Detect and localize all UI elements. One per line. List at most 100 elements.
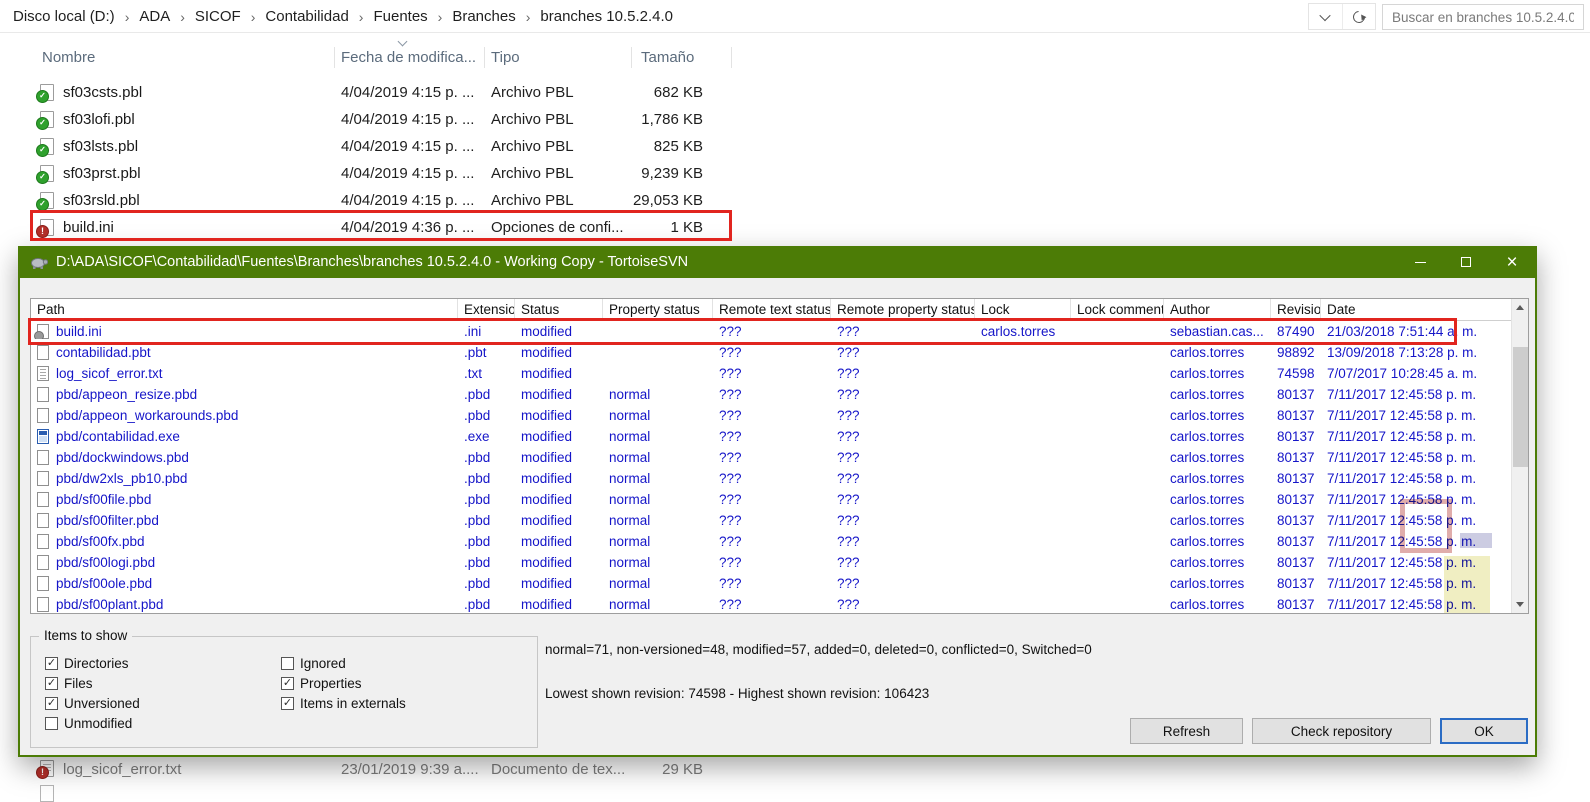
column-header-size[interactable]: Tamaño	[641, 49, 694, 66]
file-row[interactable]: build.ini 4/04/2019 4:36 p. ... Opciones…	[0, 215, 760, 242]
table-row[interactable]: pbd/sf00filter.pbd .pbd modified normal …	[31, 510, 1528, 531]
checkbox-row[interactable]: Properties	[281, 673, 406, 693]
checkbox[interactable]	[281, 677, 294, 690]
checkbox[interactable]	[45, 697, 58, 710]
address-dropdown-button[interactable]	[1309, 4, 1342, 29]
breadcrumb-item[interactable]: Disco local (D:)	[10, 8, 118, 25]
window-controls: ×	[1397, 246, 1535, 278]
file-icon	[37, 429, 49, 444]
checkbox-row[interactable]: Unversioned	[45, 693, 140, 713]
file-size: 29 KB	[600, 761, 703, 778]
cell-date: 7/11/2017 12:45:58 p. m.	[1321, 555, 1513, 570]
cell-author: carlos.torres	[1164, 408, 1271, 423]
cell-path: pbd/appeon_workarounds.pbd	[31, 408, 458, 423]
file-row[interactable]: sf03rsld.pbl 4/04/2019 4:15 p. ... Archi…	[0, 188, 760, 215]
maximize-button[interactable]	[1443, 246, 1489, 278]
checkbox-row[interactable]: Unmodified	[45, 713, 140, 733]
table-row[interactable]: pbd/contabilidad.exe .exe modified norma…	[31, 426, 1528, 447]
column-divider[interactable]	[631, 47, 632, 68]
cell-remote-text-status: ???	[713, 387, 831, 402]
breadcrumb-item[interactable]: branches 10.5.2.4.0	[537, 8, 676, 25]
column-header-extension[interactable]: Extension	[458, 299, 515, 320]
cell-revision: 80137	[1271, 597, 1321, 612]
table-row[interactable]: build.ini .ini modified ??? ??? carlos.t…	[31, 321, 1528, 342]
checkbox-row[interactable]: Files	[45, 673, 140, 693]
checkbox[interactable]	[45, 717, 58, 730]
column-header-date[interactable]: Date	[1321, 299, 1513, 320]
cell-author: carlos.torres	[1164, 576, 1271, 591]
column-header-status[interactable]: Status	[515, 299, 603, 320]
checkbox-row[interactable]: Ignored	[281, 653, 406, 673]
breadcrumb-item[interactable]: ADA	[136, 8, 173, 25]
cell-extension: .exe	[458, 429, 515, 444]
table-row[interactable]: pbd/dockwindows.pbd .pbd modified normal…	[31, 447, 1528, 468]
scrollbar-thumb[interactable]	[1513, 347, 1528, 467]
checkbox-row[interactable]: Items in externals	[281, 693, 406, 713]
column-header-author[interactable]: Author	[1164, 299, 1271, 320]
file-row[interactable]: sf03csts.pbl 4/04/2019 4:15 p. ... Archi…	[0, 80, 760, 107]
checkbox-label: Items in externals	[300, 696, 406, 711]
table-row[interactable]: pbd/sf00ole.pbd .pbd modified normal ???…	[31, 573, 1528, 594]
cell-remote-text-status: ???	[713, 534, 831, 549]
file-name: sf03prst.pbl	[63, 165, 141, 182]
checkbox[interactable]	[45, 657, 58, 670]
column-header-remote-property-status[interactable]: Remote property status	[831, 299, 975, 320]
breadcrumb-item[interactable]: SICOF	[192, 8, 244, 25]
file-row-partial[interactable]: log_sicof_error.txt 23/01/2019 9:39 a...…	[0, 754, 760, 791]
column-header-lock[interactable]: Lock	[975, 299, 1071, 320]
minimize-button[interactable]	[1397, 246, 1443, 278]
groupbox-legend: Items to show	[39, 628, 132, 643]
table-row[interactable]: pbd/dw2xls_pb10.pbd .pbd modified normal…	[31, 468, 1528, 489]
file-row[interactable]: sf03lsts.pbl 4/04/2019 4:15 p. ... Archi…	[0, 134, 760, 161]
column-header-name[interactable]: Nombre	[42, 49, 95, 66]
refresh-button[interactable]	[1342, 4, 1376, 29]
status-table-header: Path Extension Status Property status Re…	[31, 299, 1528, 321]
column-header-type[interactable]: Tipo	[491, 49, 520, 66]
breadcrumb-item[interactable]: Fuentes	[370, 8, 430, 25]
file-row[interactable]: sf03prst.pbl 4/04/2019 4:15 p. ... Archi…	[0, 161, 760, 188]
ok-button[interactable]: OK	[1440, 718, 1528, 744]
column-header-property-status[interactable]: Property status	[603, 299, 713, 320]
checkbox[interactable]	[281, 697, 294, 710]
column-divider[interactable]	[484, 47, 485, 68]
close-button[interactable]: ×	[1489, 246, 1535, 278]
dialog-titlebar[interactable]: D:\ADA\SICOF\Contabilidad\Fuentes\Branch…	[20, 246, 1535, 278]
refresh-button[interactable]: Refresh	[1130, 718, 1243, 744]
column-header-path[interactable]: Path	[31, 299, 458, 320]
scroll-down-button[interactable]	[1512, 596, 1528, 613]
items-to-show-groupbox: Items to show Directories Files	[30, 636, 538, 748]
table-row[interactable]: pbd/sf00plant.pbd .pbd modified normal ?…	[31, 594, 1528, 614]
breadcrumb-separator-icon: ›	[118, 9, 137, 25]
column-divider[interactable]	[731, 47, 732, 68]
table-row[interactable]: log_sicof_error.txt .txt modified ??? ??…	[31, 363, 1528, 384]
checkbox-row[interactable]: Directories	[45, 653, 140, 673]
checkbox[interactable]	[281, 657, 294, 670]
breadcrumb: Disco local (D:) › ADA › SICOF › Contabi…	[10, 0, 676, 33]
cell-remote-property-status: ???	[831, 534, 975, 549]
breadcrumb-item[interactable]: Contabilidad	[262, 8, 351, 25]
vertical-scrollbar[interactable]	[1511, 299, 1528, 613]
checkbox[interactable]	[45, 677, 58, 690]
column-header-lock-comment[interactable]: Lock comment	[1071, 299, 1164, 320]
table-row[interactable]: pbd/sf00logi.pbd .pbd modified normal ??…	[31, 552, 1528, 573]
chevron-down-icon	[1320, 9, 1331, 20]
cell-revision: 87490	[1271, 324, 1321, 339]
file-row[interactable]: sf03lofi.pbl 4/04/2019 4:15 p. ... Archi…	[0, 107, 760, 134]
column-header-remote-text-status[interactable]: Remote text status	[713, 299, 831, 320]
table-row[interactable]: pbd/appeon_workarounds.pbd .pbd modified…	[31, 405, 1528, 426]
breadcrumb-item[interactable]: Branches	[449, 8, 518, 25]
cell-status: modified	[515, 324, 603, 339]
table-row[interactable]: pbd/sf00file.pbd .pbd modified normal ??…	[31, 489, 1528, 510]
table-row[interactable]: contabilidad.pbt .pbt modified ??? ??? c…	[31, 342, 1528, 363]
column-divider[interactable]	[334, 47, 335, 68]
search-input[interactable]	[1382, 4, 1584, 30]
file-type: Archivo PBL	[491, 84, 574, 101]
check-repository-button[interactable]: Check repository	[1252, 718, 1431, 744]
table-row[interactable]: pbd/sf00fx.pbd .pbd modified normal ??? …	[31, 531, 1528, 552]
table-row[interactable]: pbd/appeon_resize.pbd .pbd modified norm…	[31, 384, 1528, 405]
scroll-up-button[interactable]	[1512, 299, 1528, 316]
column-header-date[interactable]: Fecha de modifica...	[341, 49, 476, 66]
column-header-revision[interactable]: Revision	[1271, 299, 1321, 320]
cell-extension: .pbd	[458, 555, 515, 570]
cell-property-status: normal	[603, 471, 713, 486]
